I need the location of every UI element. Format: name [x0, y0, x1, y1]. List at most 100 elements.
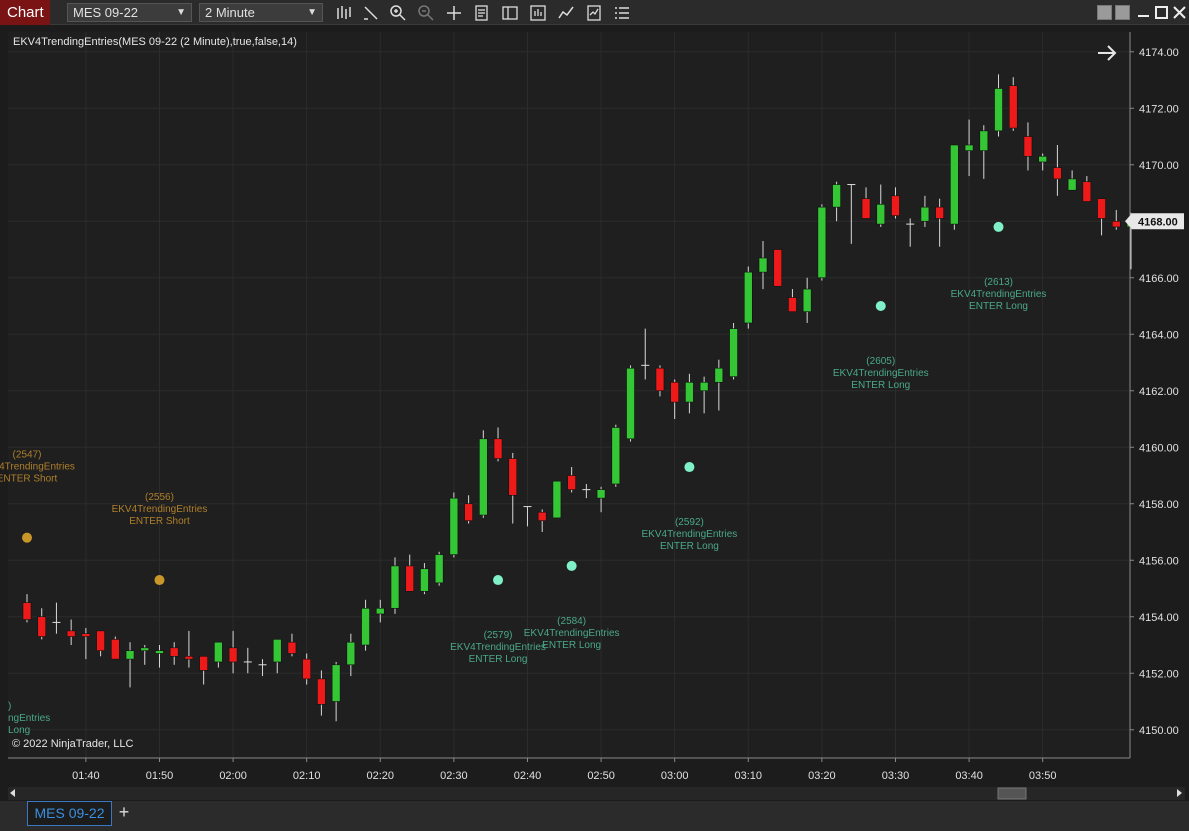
- candle-body: [287, 641, 297, 654]
- signal-label: EKV4TrendingEntries: [951, 289, 1047, 300]
- x-tick-label: 02:00: [219, 770, 247, 782]
- candle-body: [449, 497, 459, 555]
- long-signal-dot: [875, 301, 886, 312]
- signal-label: (2613): [984, 277, 1013, 288]
- long-signal-dot: [566, 560, 577, 571]
- candle-body: [567, 475, 576, 490]
- price-badge-text: 4168.00: [1138, 216, 1178, 228]
- candle-body: [979, 130, 989, 151]
- candle: [552, 480, 562, 519]
- candle-body: [508, 458, 518, 496]
- y-tick-label: 4158.00: [1139, 499, 1179, 511]
- candle-body: [37, 616, 47, 637]
- candle-body: [891, 195, 900, 216]
- x-tick-label: 03:00: [661, 770, 689, 782]
- x-axis: 01:40 01:50 02:00 02:10 02:20 02:30 02:40 02:50…: [72, 758, 1056, 782]
- signal-label: (2556): [145, 492, 174, 503]
- candle-body: [140, 647, 150, 651]
- x-tick-label: 03:40: [955, 770, 983, 782]
- candle-body: [302, 658, 311, 680]
- candle-body: [655, 367, 665, 392]
- candle: [479, 430, 488, 518]
- candle-body: [861, 198, 871, 219]
- candle: [729, 322, 738, 380]
- candle-body: [375, 607, 385, 615]
- x-tick-label: 02:20: [367, 770, 395, 782]
- long-signal-dot: [993, 221, 1004, 232]
- candle-body: [66, 630, 76, 637]
- candle-body: [214, 641, 223, 663]
- candle-body: [184, 656, 194, 660]
- candle-body: [317, 678, 326, 705]
- signal-label: EKV4TrendingEntries: [450, 642, 546, 653]
- y-tick-label: 4162.00: [1139, 386, 1179, 398]
- y-tick-label: 4172.00: [1139, 103, 1179, 115]
- signal-label: (2584): [557, 616, 586, 627]
- candle: [390, 557, 400, 614]
- y-tick-label: 4160.00: [1139, 442, 1179, 454]
- signal-label: ENTER Long: [542, 640, 601, 651]
- signal-label: (2579): [484, 630, 513, 641]
- candle-body: [611, 427, 621, 485]
- x-tick-label: 02:50: [587, 770, 615, 782]
- candle-body: [876, 204, 886, 225]
- scroll-thumb[interactable]: [997, 787, 1027, 800]
- candle-body: [773, 249, 783, 287]
- long-signal-dot: [684, 462, 695, 473]
- candle-body: [169, 647, 179, 657]
- scroll-left-icon[interactable]: [10, 789, 15, 797]
- candle-body: [1097, 198, 1106, 219]
- candle-body: [493, 438, 503, 459]
- candle-body: [626, 367, 635, 440]
- signal-label-partial: ngEntries: [8, 713, 50, 724]
- candle-body: [111, 639, 120, 660]
- y-tick-label: 4164.00: [1139, 329, 1179, 341]
- candle-body: [950, 144, 959, 225]
- candle-body: [920, 206, 930, 222]
- x-tick-label: 02:40: [514, 770, 542, 782]
- candle-body: [788, 297, 797, 312]
- x-tick-label: 01:40: [72, 770, 100, 782]
- candle-body: [228, 647, 238, 663]
- candle-body: [464, 503, 473, 522]
- candle-body: [272, 639, 282, 663]
- candle-body: [964, 144, 974, 151]
- candle-body: [331, 664, 341, 702]
- horizontal-scrollbar[interactable]: [8, 787, 1185, 800]
- price-chart[interactable]: (2547)EKV4TrendingEntriesENTER Short(255…: [0, 0, 1189, 787]
- candle-body: [935, 206, 944, 219]
- candle: [449, 492, 459, 558]
- candle-body: [434, 554, 444, 584]
- candle-body: [361, 607, 370, 646]
- candle: [434, 551, 444, 586]
- candle: [743, 266, 753, 329]
- x-tick-label: 03:30: [882, 770, 910, 782]
- signal-label-partial: Long: [8, 725, 30, 736]
- candle: [817, 204, 827, 281]
- candle-body: [346, 641, 356, 666]
- instrument-tab[interactable]: MES 09-22: [27, 801, 112, 826]
- candle: [626, 365, 635, 442]
- candle-body: [994, 88, 1003, 132]
- candle-body: [596, 489, 606, 499]
- signal-label: ENTER Short: [0, 474, 58, 485]
- signal-label: ENTER Short: [129, 516, 190, 527]
- candle-body: [155, 650, 164, 654]
- candle-body: [729, 328, 738, 377]
- candle-body: [714, 367, 724, 383]
- y-tick-label: 4166.00: [1139, 273, 1179, 285]
- signal-label: EKV4TrendingEntries: [0, 462, 75, 473]
- candle-body: [81, 633, 91, 637]
- signal-label: ENTER Long: [851, 380, 910, 391]
- candle-body: [817, 206, 827, 279]
- candle-body: [552, 480, 562, 519]
- candle-body: [390, 565, 400, 609]
- candle-body: [1067, 178, 1077, 191]
- signal-label: EKV4TrendingEntries: [524, 628, 620, 639]
- scroll-right-icon[interactable]: [1177, 789, 1182, 797]
- signal-label: EKV4TrendingEntries: [833, 368, 929, 379]
- candle-body: [22, 602, 32, 620]
- add-tab-button[interactable]: +: [114, 803, 134, 823]
- signal-label-partial: ): [8, 701, 11, 712]
- signal-label: (2547): [13, 450, 42, 461]
